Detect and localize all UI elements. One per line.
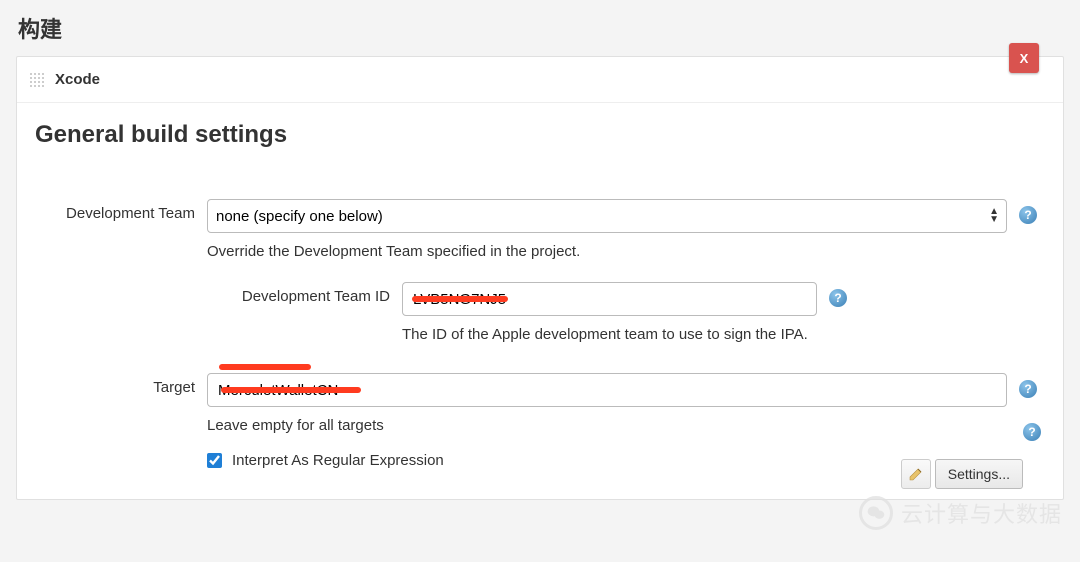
page-title: 构建	[0, 0, 1080, 56]
panel-header: Xcode	[17, 57, 1063, 103]
help-icon[interactable]: ?	[1019, 206, 1037, 224]
pencil-icon	[908, 466, 924, 482]
redaction-mark	[412, 296, 508, 302]
section-title: General build settings	[17, 103, 1063, 159]
panel-name: Xcode	[55, 71, 100, 88]
dev-team-select[interactable]: none (specify one below)	[207, 199, 1007, 233]
dev-team-id-help-text: The ID of the Apple development team to …	[402, 326, 817, 343]
help-icon[interactable]: ?	[1023, 423, 1041, 441]
regex-checkbox[interactable]	[207, 453, 222, 468]
redaction-mark	[219, 364, 311, 370]
close-button[interactable]: X	[1009, 43, 1039, 73]
target-help-text: Leave empty for all targets	[207, 417, 1007, 434]
wechat-icon	[859, 496, 893, 530]
help-icon[interactable]: ?	[1019, 380, 1037, 398]
watermark: 云计算与大数据	[859, 496, 1062, 530]
help-icon[interactable]: ?	[829, 289, 847, 307]
settings-button[interactable]: Settings...	[935, 459, 1023, 489]
redaction-mark	[221, 387, 361, 393]
dev-team-id-label: Development Team ID	[207, 282, 402, 305]
xcode-panel: X Xcode General build settings Developme…	[16, 56, 1064, 500]
dev-team-help-text: Override the Development Team specified …	[207, 243, 1007, 260]
edit-button[interactable]	[901, 459, 931, 489]
target-label: Target	[37, 373, 207, 396]
regex-label: Interpret As Regular Expression	[232, 452, 444, 469]
dev-team-label: Development Team	[37, 199, 207, 222]
drag-handle-icon[interactable]	[29, 72, 45, 88]
